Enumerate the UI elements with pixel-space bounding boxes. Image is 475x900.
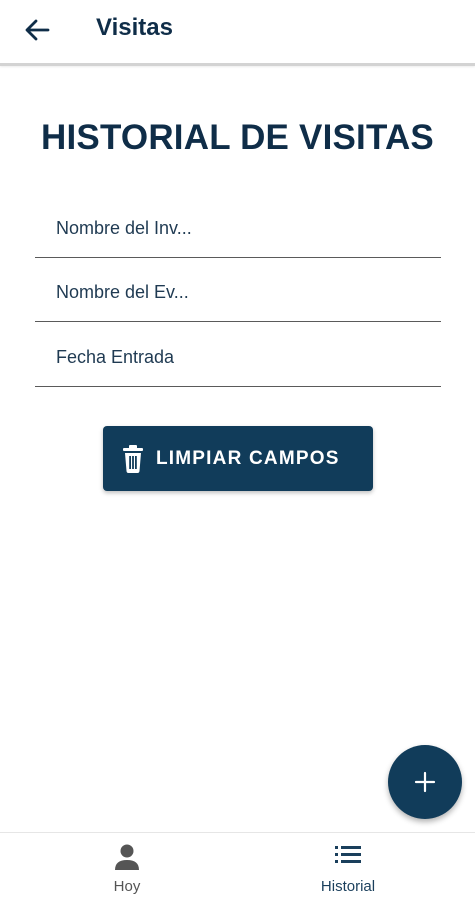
add-visit-fab[interactable] [388,745,462,819]
bottom-navigation: Hoy Historial [0,832,475,900]
nav-label-hoy: Hoy [113,878,141,895]
app-bar: Visitas [0,0,475,66]
page-title: HISTORIAL DE VISITAS [41,118,434,157]
investor-name-input[interactable] [56,218,216,239]
person-icon [115,844,139,870]
event-name-input[interactable] [56,282,216,303]
plus-icon [414,771,436,793]
arrow-left-icon [25,19,50,41]
app-bar-title: Visitas [96,14,173,41]
nav-label-historial: Historial [320,878,376,895]
trash-icon [123,445,143,473]
event-name-field [35,270,441,322]
investor-name-field [35,206,441,258]
clear-fields-label: LIMPIAR CAMPOS [156,448,340,469]
app-screen: Visitas HISTORIAL DE VISITAS LIMPIAR CAM… [0,0,475,900]
back-button[interactable] [20,15,54,45]
list-icon [335,846,361,863]
entry-date-field [35,335,441,387]
nav-item-hoy[interactable]: Hoy [47,833,207,900]
entry-date-input[interactable] [56,347,356,368]
nav-item-historial[interactable]: Historial [268,833,428,900]
clear-fields-button[interactable]: LIMPIAR CAMPOS [103,426,373,491]
